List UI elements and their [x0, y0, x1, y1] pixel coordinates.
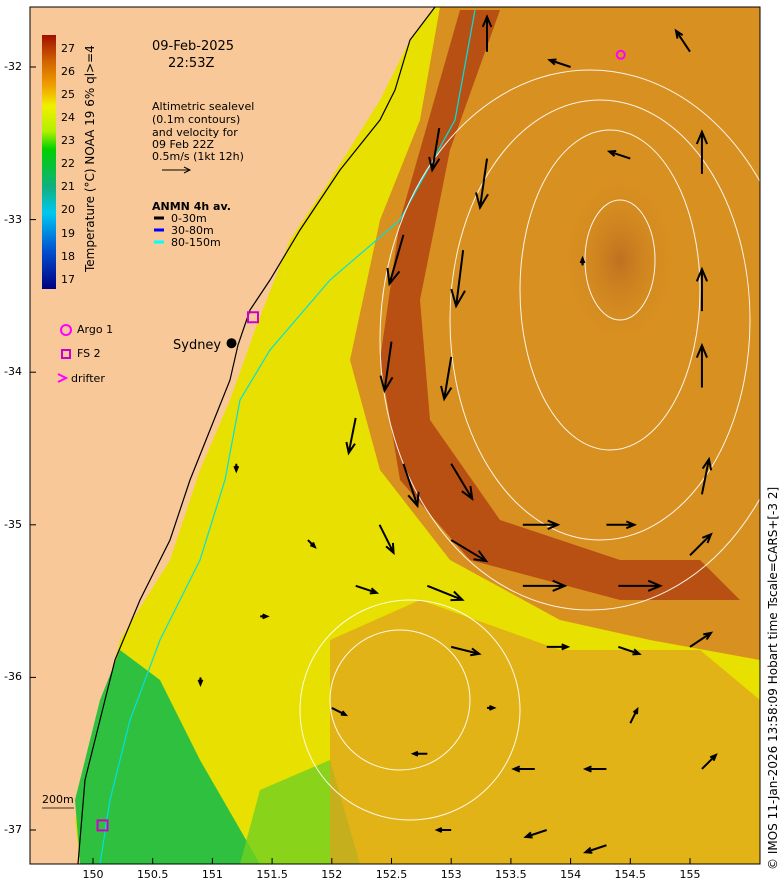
- colorbar: [42, 35, 56, 289]
- sydney-dot: [226, 338, 237, 349]
- marker-legend-label: FS 2: [77, 347, 101, 360]
- y-tick-label: -36: [4, 670, 22, 684]
- y-tick-label: -37: [4, 823, 22, 836]
- colorbar-tick-label: 22: [61, 157, 75, 171]
- x-tick-label: 152.5: [375, 868, 408, 881]
- x-tick-label: 151.5: [256, 868, 288, 881]
- isobath-label: 200m: [42, 793, 74, 806]
- x-tick-label: 154.5: [614, 868, 647, 881]
- y-tick-label: -35: [4, 517, 22, 531]
- x-tick-label: 153.5: [495, 868, 527, 881]
- credit-text: © IMOS 11-Jan-2026 13:58:09 Hobart time …: [766, 486, 780, 870]
- x-tick-label: 153: [440, 868, 462, 881]
- colorbar-tick-label: 25: [61, 88, 75, 102]
- y-tick-label: -33: [4, 212, 22, 226]
- x-tick-label: 155: [679, 868, 701, 881]
- colorbar-tick-label: 19: [61, 226, 75, 240]
- altimetry-line: Altimetric sealevel: [152, 100, 255, 113]
- marker-legend-label: Argo 1: [77, 323, 114, 336]
- sydney-label: Sydney: [173, 338, 222, 353]
- x-tick-label: 154: [560, 868, 582, 881]
- x-tick-label: 152: [321, 868, 343, 881]
- date-label: 09-Feb-2025: [152, 39, 235, 54]
- sst-map: [29, 6, 780, 865]
- y-tick-label: -34: [4, 365, 22, 379]
- colorbar-tick-label: 26: [61, 64, 75, 78]
- time-label: 22:53Z: [168, 56, 215, 71]
- y-tick-label: -32: [4, 60, 22, 73]
- colorbar-tick-label: 20: [61, 203, 75, 217]
- colorbar-tick-label: 17: [61, 272, 75, 286]
- x-tick-label: 150.5: [136, 868, 169, 881]
- anmn-item: 80-150m: [171, 236, 221, 249]
- altimetry-line: 0.5m/s (1kt 12h): [152, 150, 244, 163]
- colorbar-tick-label: 18: [61, 249, 75, 263]
- colorbar-tick-label: 27: [61, 41, 75, 55]
- altimetry-line: (0.1m contours): [152, 113, 241, 126]
- colorbar-tick-label: 24: [61, 111, 75, 125]
- x-tick-label: 150: [82, 868, 104, 881]
- colorbar-title: Temperature (°C) NOAA 19 6% ql>=4: [83, 45, 97, 272]
- colorbar-tick-label: 21: [61, 180, 75, 194]
- marker-legend-label: drifter: [71, 372, 105, 385]
- colorbar-tick-label: 23: [61, 134, 75, 148]
- x-tick-label: 151: [201, 868, 223, 881]
